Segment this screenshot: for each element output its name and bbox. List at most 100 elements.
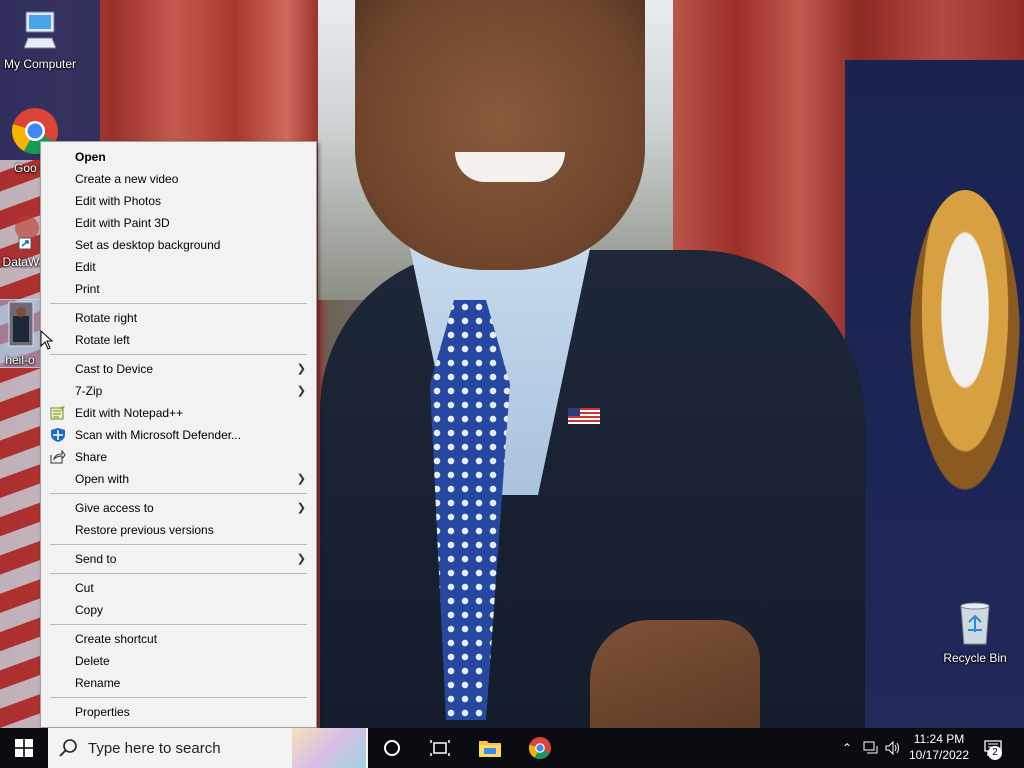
menu-item-rename[interactable]: Rename <box>41 672 316 694</box>
menu-item-label: Properties <box>75 705 130 719</box>
show-hidden-icons-button[interactable]: ⌃ <box>836 728 858 768</box>
menu-item-label: Edit <box>75 260 96 274</box>
menu-item-rotate-left[interactable]: Rotate left <box>41 329 316 351</box>
cortana-circle-icon <box>384 740 400 756</box>
menu-item-properties[interactable]: Properties <box>41 701 316 723</box>
volume-button[interactable] <box>882 728 904 768</box>
monitor-icon <box>23 11 57 49</box>
menu-item-cut[interactable]: Cut <box>41 577 316 599</box>
menu-item-label: Open with <box>75 472 130 486</box>
clock-date: 10/17/2022 <box>908 748 970 762</box>
menu-item-set-as-desktop-background[interactable]: Set as desktop background <box>41 234 316 256</box>
menu-item-print[interactable]: Print <box>41 278 316 300</box>
menu-item-create-shortcut[interactable]: Create shortcut <box>41 628 316 650</box>
menu-item-rotate-right[interactable]: Rotate right <box>41 307 316 329</box>
menu-item-give-access-to[interactable]: Give access to ❯ <box>41 497 316 519</box>
chevron-right-icon: ❯ <box>296 385 306 397</box>
menu-separator <box>50 544 307 545</box>
wallpaper-person-suit <box>320 250 865 728</box>
network-button[interactable] <box>860 728 882 768</box>
chevron-right-icon: ❯ <box>296 553 306 565</box>
menu-item-label: Cut <box>75 581 94 595</box>
menu-separator <box>50 624 307 625</box>
wallpaper-person-smile <box>455 152 565 182</box>
menu-item-edit-with-paint-3d[interactable]: Edit with Paint 3D <box>41 212 316 234</box>
menu-item-label: Set as desktop background <box>75 238 221 252</box>
clock-time: 11:24 PM <box>913 732 965 746</box>
image-file-icon <box>8 301 34 347</box>
desktop-icon-recycle-bin[interactable]: Recycle Bin <box>935 600 1015 665</box>
taskbar: Type here to search ⌃ 11:24 PM 10/17/202… <box>0 728 1024 768</box>
menu-item-label: Share <box>75 450 108 464</box>
task-view-button[interactable] <box>416 728 464 768</box>
menu-item-label: Open <box>75 150 106 164</box>
wallpaper-seal <box>910 190 1020 490</box>
recycle-bin-icon <box>960 602 990 645</box>
menu-item-label: Copy <box>75 603 104 617</box>
menu-item-label: Send to <box>75 552 117 566</box>
wallpaper-person-head <box>355 0 645 270</box>
network-icon <box>863 741 878 754</box>
menu-separator <box>50 303 307 304</box>
chevron-right-icon: ❯ <box>296 473 306 485</box>
notification-count-badge: 2 <box>988 746 1002 760</box>
windows-logo-icon <box>15 739 33 757</box>
search-highlight-image[interactable] <box>292 728 366 768</box>
menu-item-delete[interactable]: Delete <box>41 650 316 672</box>
menu-item-open[interactable]: Open <box>41 146 316 168</box>
file-explorer-button[interactable] <box>466 728 514 768</box>
cortana-button[interactable] <box>368 728 416 768</box>
share-icon <box>50 450 66 464</box>
chevron-right-icon: ❯ <box>296 502 306 514</box>
datawrapper-icon <box>15 216 39 250</box>
menu-item-label: Give access to <box>75 501 154 515</box>
desktop-icon-image-file[interactable]: heil-o <box>0 299 41 368</box>
menu-item-label: Edit with Paint 3D <box>75 216 170 230</box>
menu-item-edit-with-notepad-plus-plus[interactable]: Edit with Notepad++ <box>41 402 316 424</box>
desktop-icon-my-computer[interactable]: My Computer <box>0 8 80 71</box>
chevron-right-icon: ❯ <box>296 363 306 375</box>
mouse-cursor-icon <box>40 330 54 350</box>
menu-item-scan-with-microsoft-defender[interactable]: Scan with Microsoft Defender... <box>41 424 316 446</box>
speaker-icon <box>885 741 899 755</box>
menu-item-share[interactable]: Share <box>41 446 316 468</box>
menu-item-label: Print <box>75 282 100 296</box>
menu-separator <box>50 493 307 494</box>
menu-item-label: Create a new video <box>75 172 179 186</box>
menu-separator <box>50 697 307 698</box>
menu-item-edit-with-photos[interactable]: Edit with Photos <box>41 190 316 212</box>
task-view-icon <box>430 740 450 756</box>
taskbar-clock[interactable]: 11:24 PM 10/17/2022 <box>905 731 973 763</box>
menu-item-create-new-video[interactable]: Create a new video <box>41 168 316 190</box>
menu-item-label: Edit with Notepad++ <box>75 406 184 420</box>
chrome-taskbar-button[interactable] <box>516 728 564 768</box>
menu-item-copy[interactable]: Copy <box>41 599 316 621</box>
menu-item-7-zip[interactable]: 7-Zip ❯ <box>41 380 316 402</box>
notepad-plus-plus-icon <box>50 406 65 420</box>
taskbar-search-box[interactable]: Type here to search <box>48 728 368 768</box>
folder-icon <box>479 741 501 757</box>
desktop-icon-label: Recycle Bin <box>943 651 1007 665</box>
menu-item-label: Rename <box>75 676 121 690</box>
chevron-up-icon: ⌃ <box>841 741 853 755</box>
menu-item-label: Rotate right <box>75 311 138 325</box>
menu-item-cast-to-device[interactable]: Cast to Device ❯ <box>41 358 316 380</box>
search-placeholder: Type here to search <box>88 740 221 757</box>
menu-item-label: Create shortcut <box>75 632 158 646</box>
desktop-icon-label: My Computer <box>3 57 77 71</box>
menu-item-restore-previous-versions[interactable]: Restore previous versions <box>41 519 316 541</box>
start-button[interactable] <box>0 728 48 768</box>
context-menu: Open Create a new video Edit with Photos… <box>40 141 317 728</box>
menu-item-label: Edit with Photos <box>75 194 162 208</box>
menu-separator <box>50 573 307 574</box>
menu-item-edit[interactable]: Edit <box>41 256 316 278</box>
wallpaper-person-hand <box>590 620 760 728</box>
menu-item-open-with[interactable]: Open with ❯ <box>41 468 316 490</box>
menu-item-label: Scan with Microsoft Defender... <box>75 428 242 442</box>
menu-item-label: Restore previous versions <box>75 523 214 537</box>
chrome-icon <box>528 736 552 760</box>
wallpaper-flag-pin <box>568 408 600 424</box>
menu-item-send-to[interactable]: Send to ❯ <box>41 548 316 570</box>
menu-item-label: 7-Zip <box>75 384 103 398</box>
menu-item-label: Cast to Device <box>75 362 154 376</box>
